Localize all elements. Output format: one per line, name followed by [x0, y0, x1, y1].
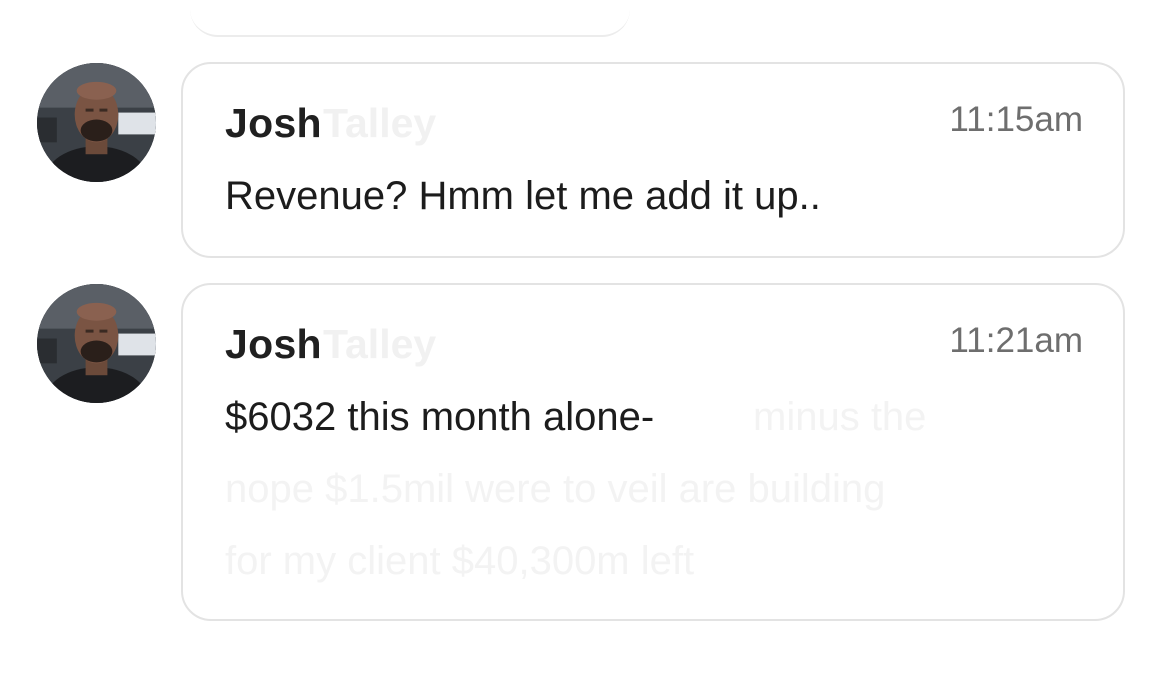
- avatar-photo: [37, 284, 156, 403]
- avatar[interactable]: [37, 284, 156, 403]
- avatar[interactable]: [37, 63, 156, 182]
- message-timestamp: 11:21am: [949, 321, 1083, 360]
- sender-name: Josh: [225, 321, 322, 367]
- message-text-faded: nope $1.5mil were to veil are building: [225, 467, 886, 511]
- avatar-photo: [37, 63, 156, 182]
- message-text: $6032 this month alone-: [225, 395, 655, 439]
- previous-message-card-edge: [190, 0, 630, 37]
- message-text-faded: for my client $40,300m left: [225, 539, 695, 583]
- sender-surname-faded: Talley: [323, 321, 437, 367]
- sender-surname-faded: Talley: [323, 100, 437, 146]
- message-text-faded: minus the: [753, 395, 927, 439]
- message-timestamp: 11:15am: [949, 100, 1083, 139]
- message-text: Revenue? Hmm let me add it up..: [225, 174, 821, 218]
- sender-name: Josh: [225, 100, 322, 146]
- message-item: Josh Talley 11:21am $6032 this month alo…: [0, 283, 1168, 621]
- message-item: Josh Talley 11:15am Revenue? Hmm let me …: [0, 62, 1168, 258]
- message-bubble[interactable]: Josh Talley 11:15am Revenue? Hmm let me …: [181, 62, 1125, 258]
- message-bubble[interactable]: Josh Talley 11:21am $6032 this month alo…: [181, 283, 1125, 621]
